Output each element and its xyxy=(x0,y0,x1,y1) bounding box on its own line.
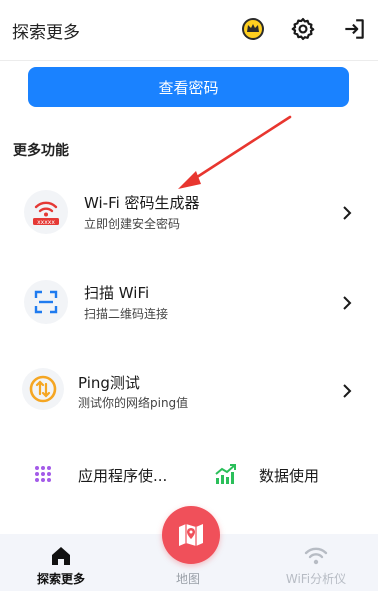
chevron-right-icon xyxy=(343,296,352,310)
feature-title: 扫描 WiFi xyxy=(84,284,150,302)
tab-label: 探索更多 xyxy=(36,572,85,586)
qr-scan-icon xyxy=(24,280,68,324)
feature-title: Wi-Fi 密码生成器 xyxy=(84,194,200,212)
premium-crown-icon[interactable] xyxy=(240,16,266,42)
feature-subtitle: 扫描二维码连接 xyxy=(84,307,169,321)
tab-explore-more[interactable]: 探索更多 xyxy=(1,534,121,591)
data-usage-chart-icon xyxy=(215,464,236,484)
svg-text:xxxxx: xxxxx xyxy=(37,219,55,226)
header-divider xyxy=(0,60,378,61)
wifi-icon xyxy=(304,547,328,565)
feature-wifi-password-generator[interactable]: xxxxx Wi-Fi 密码生成器 立即创建安全密码 xyxy=(0,180,378,250)
top-app-bar: 探索更多 xyxy=(0,0,378,60)
wifi-password-icon: xxxxx xyxy=(24,190,68,234)
view-password-button[interactable]: 查看密码 xyxy=(28,67,349,107)
feature-title: Ping测试 xyxy=(78,374,140,392)
tab-label: WiFi分析仪 xyxy=(285,572,347,586)
feature-subtitle: 测试你的网络ping值 xyxy=(78,396,189,410)
feature-scan-wifi[interactable]: 扫描 WiFi 扫描二维码连接 xyxy=(0,268,378,338)
tab-wifi-analyzer[interactable]: WiFi分析仪 xyxy=(256,534,376,591)
page-title: 探索更多 xyxy=(12,23,80,43)
feature-ping-test[interactable]: Ping测试 测试你的网络ping值 xyxy=(0,356,378,426)
app-usage-label: 应用程序使... xyxy=(78,467,168,485)
app-usage-item[interactable]: 应用程序使... xyxy=(30,460,190,490)
grid-dots-icon xyxy=(35,466,51,482)
chevron-right-icon xyxy=(343,384,352,398)
data-usage-label: 数据使用 xyxy=(259,467,320,485)
chevron-right-icon xyxy=(343,206,352,220)
tab-label: 地图 xyxy=(175,572,200,586)
settings-gear-icon[interactable] xyxy=(290,16,316,42)
home-icon xyxy=(52,547,70,565)
logout-icon[interactable] xyxy=(341,16,367,42)
ping-test-icon xyxy=(22,368,64,410)
section-title: 更多功能 xyxy=(13,143,69,159)
map-icon xyxy=(179,524,203,546)
feature-subtitle: 立即创建安全密码 xyxy=(84,217,181,231)
data-usage-item[interactable]: 数据使用 xyxy=(212,460,362,490)
map-fab-button[interactable] xyxy=(162,506,220,564)
